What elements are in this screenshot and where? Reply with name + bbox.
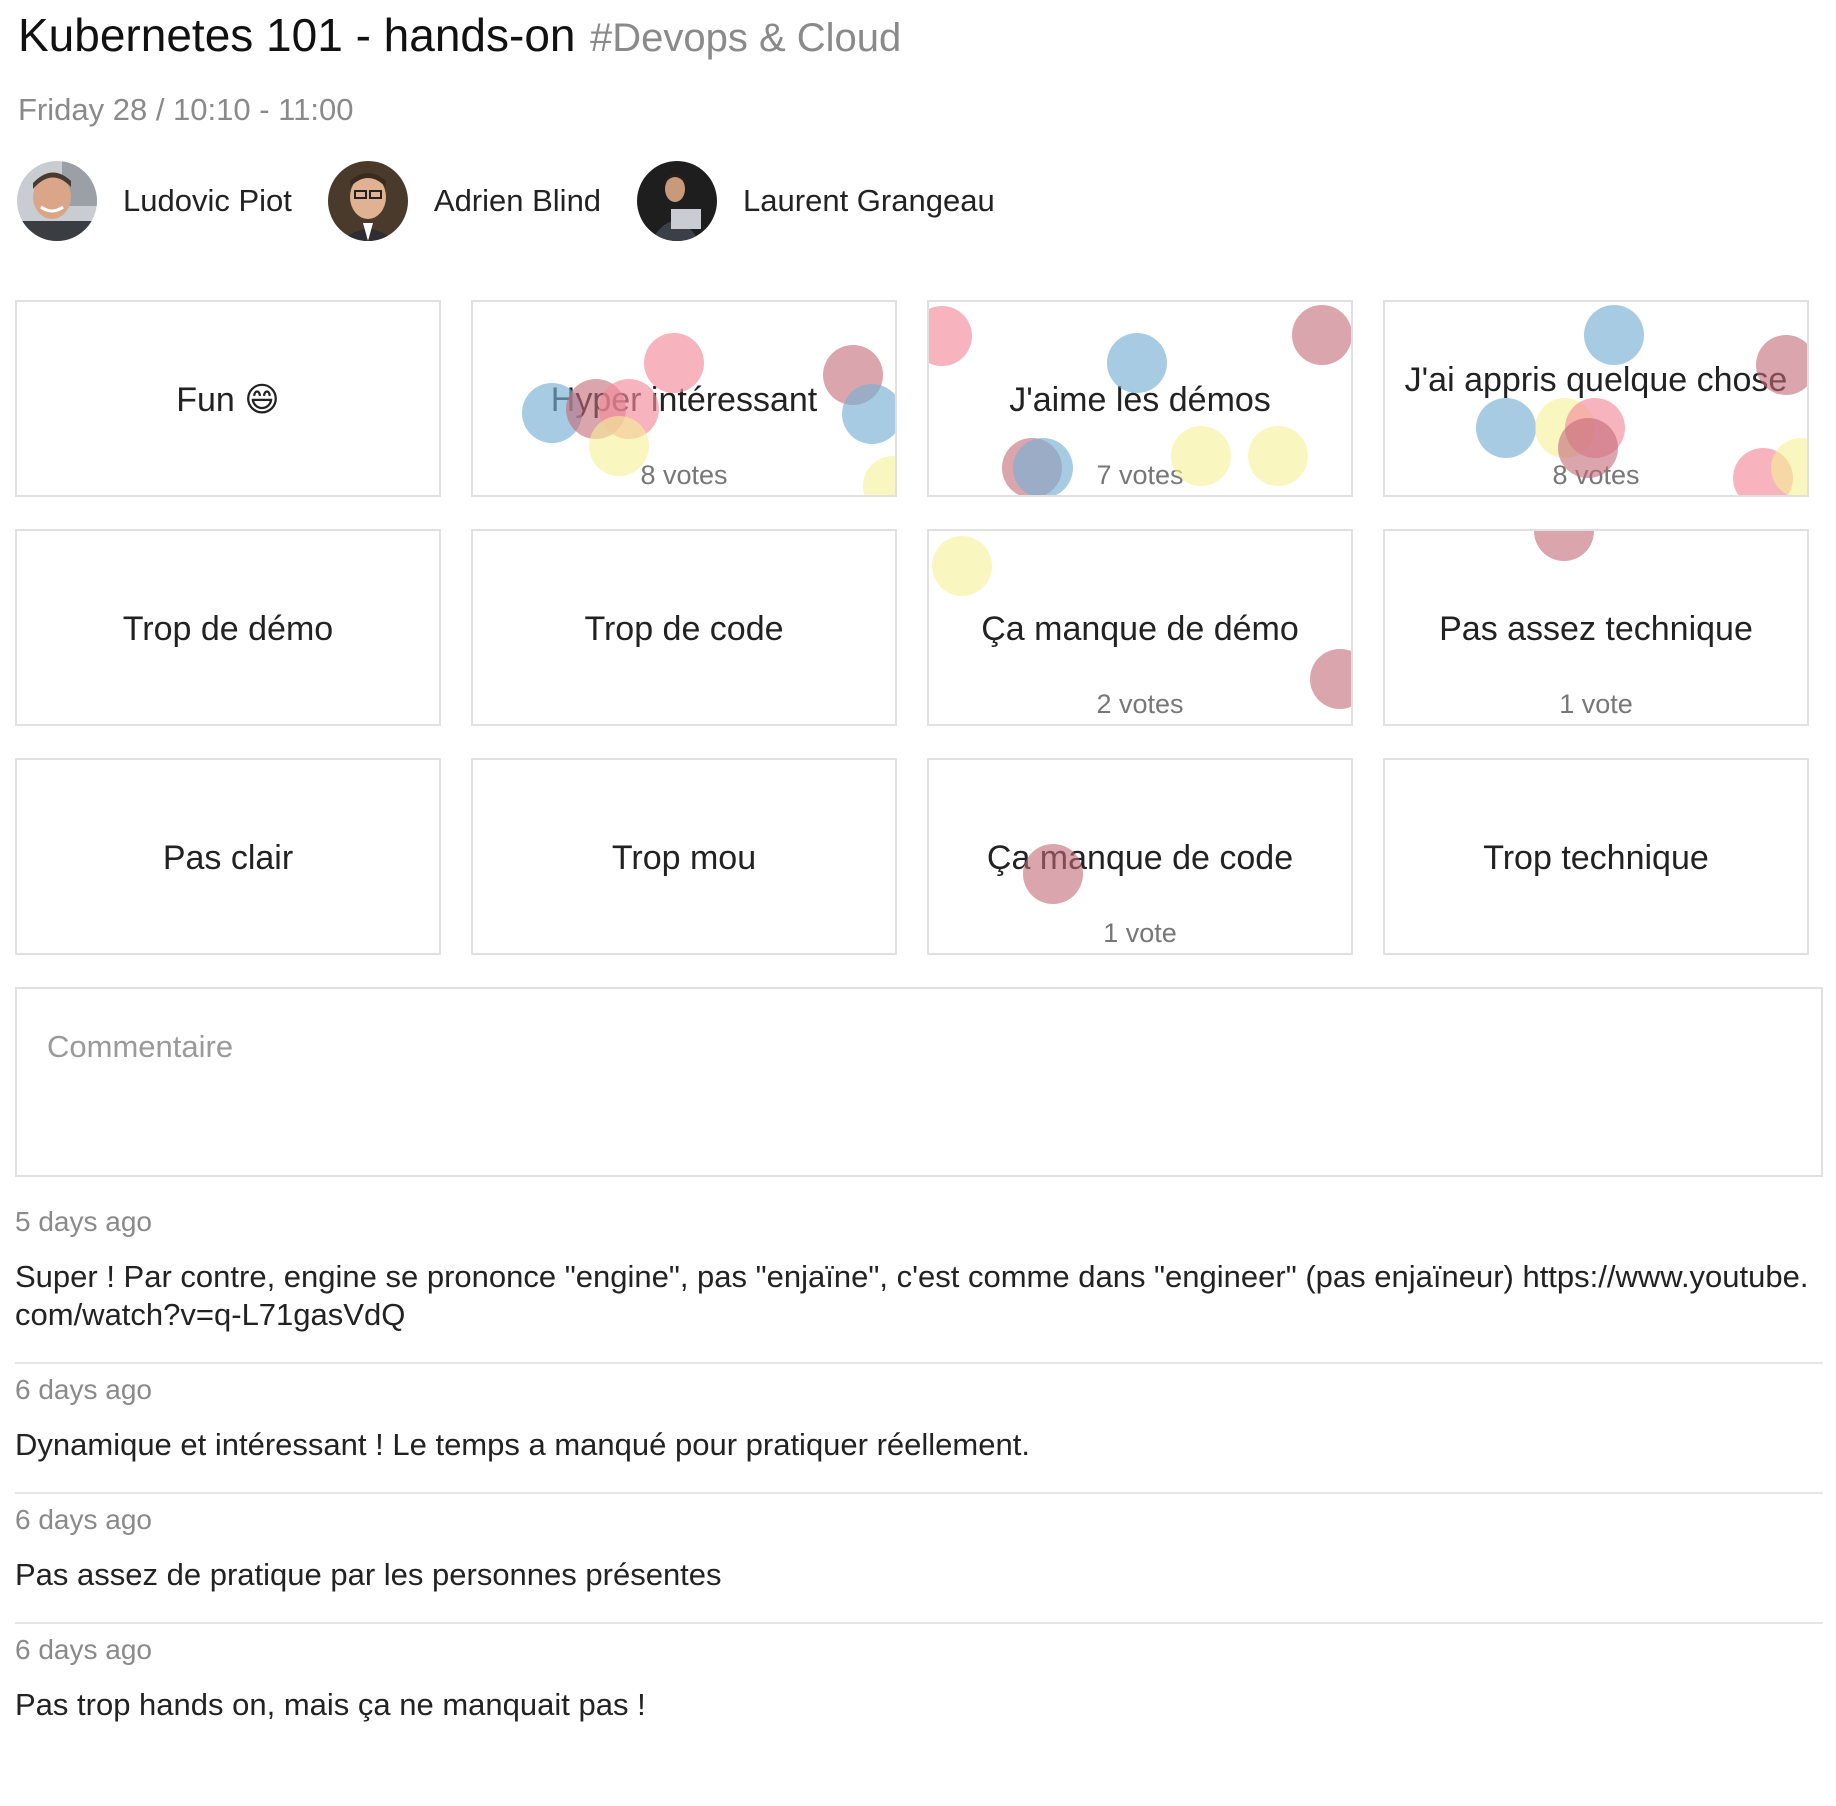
feedback-label: Pas assez technique bbox=[1439, 610, 1753, 648]
comment-timestamp: 5 days ago bbox=[15, 1206, 152, 1237]
talk-track-tag[interactable]: #Devops & Cloud bbox=[590, 16, 901, 60]
comment-item: 6 days ago Pas assez de pratique par les… bbox=[15, 1494, 1823, 1624]
vote-dot bbox=[1171, 426, 1231, 486]
comment-text: Pas assez de pratique par les personnes … bbox=[15, 1557, 722, 1592]
vote-dot bbox=[1756, 335, 1807, 395]
vote-dot bbox=[644, 333, 704, 393]
feedback-label: Ça manque de démo bbox=[981, 610, 1299, 648]
talk-title: Kubernetes 101 - hands-on bbox=[18, 9, 576, 61]
feedback-label: Trop de démo bbox=[122, 610, 334, 648]
vote-dot bbox=[1476, 398, 1536, 458]
feedback-card-appris-quelque-chose[interactable]: J'ai appris quelque chose 8 votes bbox=[1383, 300, 1809, 497]
talk-header: Kubernetes 101 - hands-on #Devops & Clou… bbox=[18, 8, 901, 62]
feedback-card-trop-mou[interactable]: Trop mou bbox=[471, 758, 897, 955]
vote-dot bbox=[589, 416, 649, 476]
vote-count: 8 votes bbox=[640, 460, 728, 490]
feedback-card-pas-assez-technique[interactable]: Pas assez technique 1 vote bbox=[1383, 529, 1809, 726]
vote-dot bbox=[1292, 305, 1351, 365]
feedback-card-trop-de-code[interactable]: Trop de code bbox=[471, 529, 897, 726]
speaker-name: Laurent Grangeau bbox=[743, 183, 995, 218]
feedback-label: J'ai appris quelque chose bbox=[1404, 361, 1788, 399]
speaker-list: Ludovic Piot Adrien Blind Laurent Grange… bbox=[17, 160, 1031, 242]
vote-count: 1 vote bbox=[1559, 689, 1633, 719]
feedback-card-trop-technique[interactable]: Trop technique bbox=[1383, 758, 1809, 955]
comment-item: 6 days ago Dynamique et intéressant ! Le… bbox=[15, 1364, 1823, 1494]
comment-item: 5 days ago Super ! Par contre, engine se… bbox=[15, 1196, 1823, 1364]
vote-dot bbox=[842, 384, 895, 444]
feedback-card-trop-de-demo[interactable]: Trop de démo bbox=[15, 529, 441, 726]
vote-dot bbox=[1534, 531, 1594, 561]
feedback-label: Ça manque de code bbox=[986, 839, 1294, 877]
speaker-item[interactable]: Adrien Blind bbox=[327, 161, 602, 241]
avatar bbox=[327, 161, 408, 241]
feedback-card-hyper-interessant[interactable]: Hyper intéressant 8 votes bbox=[471, 300, 897, 497]
vote-dot bbox=[1107, 333, 1167, 393]
comment-timestamp: 6 days ago bbox=[15, 1634, 152, 1665]
vote-dot bbox=[1248, 426, 1308, 486]
feedback-label: Trop mou bbox=[611, 839, 757, 877]
feedback-card-manque-de-code[interactable]: Ça manque de code 1 vote bbox=[927, 758, 1353, 955]
speaker-name: Ludovic Piot bbox=[123, 183, 292, 218]
vote-count: 2 votes bbox=[1096, 689, 1184, 719]
feedback-label: Fun 😄 bbox=[176, 381, 280, 419]
vote-dot bbox=[1023, 844, 1083, 904]
feedback-label: Pas clair bbox=[162, 839, 294, 877]
feedback-card-pas-clair[interactable]: Pas clair bbox=[15, 758, 441, 955]
feedback-card-aime-les-demos[interactable]: J'aime les démos 7 votes bbox=[927, 300, 1353, 497]
speaker-name: Adrien Blind bbox=[433, 183, 602, 218]
comment-input[interactable] bbox=[15, 987, 1823, 1177]
vote-dot bbox=[1584, 305, 1644, 365]
comment-timestamp: 6 days ago bbox=[15, 1504, 152, 1535]
comment-list: 5 days ago Super ! Par contre, engine se… bbox=[15, 1196, 1823, 1752]
vote-dot bbox=[932, 536, 992, 596]
avatar bbox=[637, 161, 718, 241]
avatar bbox=[17, 161, 97, 241]
talk-schedule: Friday 28 / 10:10 - 11:00 bbox=[18, 92, 354, 127]
vote-dot bbox=[929, 306, 972, 366]
feedback-label: Trop technique bbox=[1483, 839, 1709, 877]
comment-text: Pas trop hands on, mais ça ne manquait p… bbox=[15, 1687, 646, 1722]
feedback-card-fun[interactable]: Fun 😄 bbox=[15, 300, 441, 497]
speaker-item[interactable]: Laurent Grangeau bbox=[637, 161, 995, 241]
vote-count: 1 vote bbox=[1103, 918, 1177, 948]
feedback-label: Trop de code bbox=[584, 610, 784, 648]
feedback-card-manque-de-demo[interactable]: Ça manque de démo 2 votes bbox=[927, 529, 1353, 726]
comment-timestamp: 6 days ago bbox=[15, 1374, 152, 1405]
comment-text: Super ! Par contre, engine se prononce "… bbox=[15, 1259, 1809, 1332]
comment-item: 6 days ago Pas trop hands on, mais ça ne… bbox=[15, 1624, 1823, 1752]
vote-dot bbox=[1558, 418, 1618, 478]
comment-text: Dynamique et intéressant ! Le temps a ma… bbox=[15, 1427, 1030, 1462]
vote-dot bbox=[1013, 438, 1073, 495]
speaker-item[interactable]: Ludovic Piot bbox=[17, 161, 292, 241]
